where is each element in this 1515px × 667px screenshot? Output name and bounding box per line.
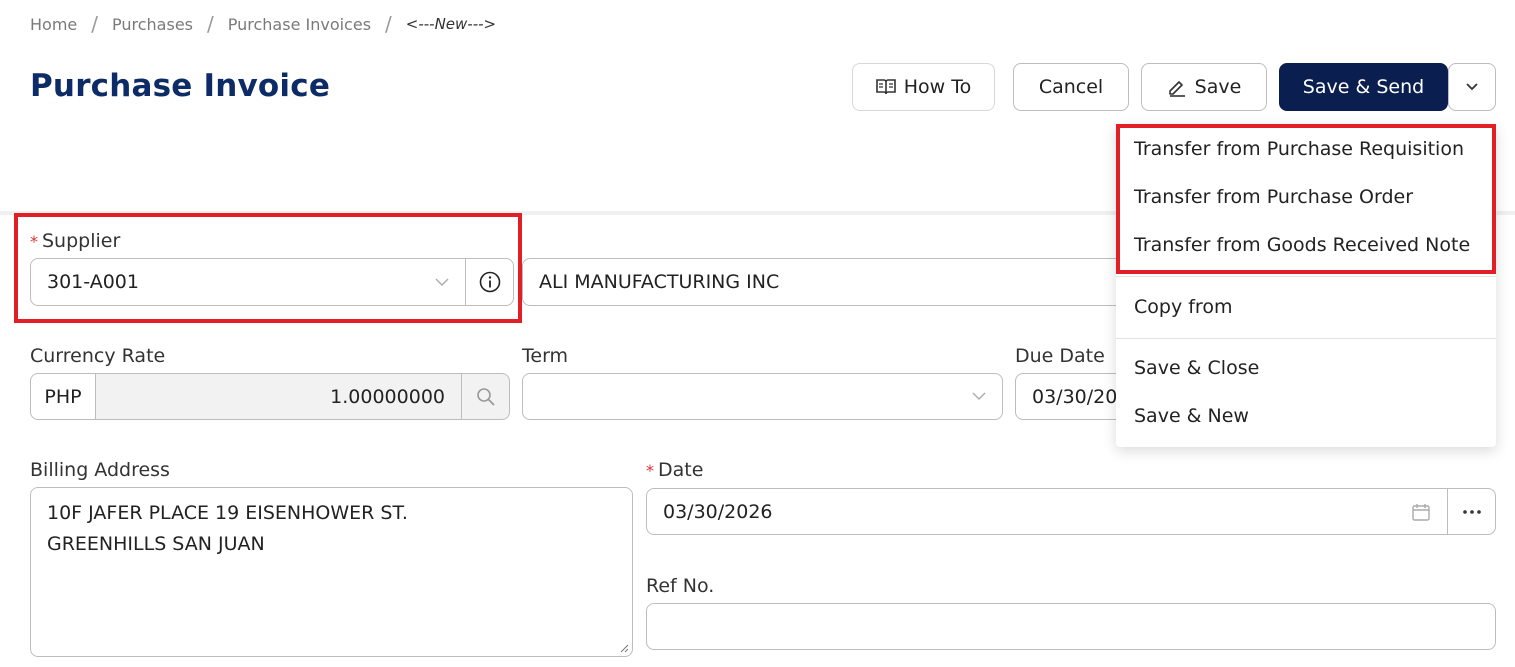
save-label: Save [1194,76,1242,98]
currency-rate-field: 1.00000000 [95,373,462,420]
billing-address-line2: GREENHILLS SAN JUAN [47,533,265,555]
save-button[interactable]: Save [1141,63,1267,111]
page-title: Purchase Invoice [30,68,331,104]
breadcrumb-separator: / [207,12,214,36]
menu-divider [1116,338,1496,339]
how-to-button[interactable]: How To [852,63,995,111]
breadcrumb: Home / Purchases / Purchase Invoices / <… [30,12,496,36]
term-select[interactable] [522,373,1003,420]
ref-no-input[interactable] [646,603,1496,650]
search-icon [476,387,495,406]
resize-handle-icon[interactable] [619,643,629,653]
ellipsis-icon [1462,509,1481,514]
cancel-button[interactable]: Cancel [1013,63,1129,111]
date-options-button[interactable] [1447,488,1496,535]
term-label: Term [522,345,569,367]
chevron-down-icon [1466,83,1478,91]
breadcrumb-current: <---New---> [405,15,497,33]
currency-search-button[interactable] [461,373,510,420]
breadcrumb-purchase-invoices[interactable]: Purchase Invoices [228,15,371,34]
currency-rate-label: Currency Rate [30,345,166,367]
chevron-down-icon [972,392,986,400]
menu-item-save-and-new[interactable]: Save & New [1134,405,1249,427]
highlight-box-transfer-options [1116,124,1496,274]
more-actions-button[interactable] [1448,63,1496,111]
supplier-name-field[interactable]: ALI MANUFACTURING INC [522,258,1152,306]
ref-no-label: Ref No. [646,575,715,597]
menu-item-save-and-close[interactable]: Save & Close [1134,357,1259,379]
date-value: 03/30/2026 [663,500,773,523]
date-field[interactable]: 03/30/2026 [646,488,1448,535]
required-mark: * [646,461,654,480]
billing-address-label: Billing Address [30,459,170,481]
billing-address-line1: 10F JAFER PLACE 19 EISENHOWER ST. [47,502,408,524]
menu-divider [1116,276,1496,277]
supplier-name-value: ALI MANUFACTURING INC [539,271,780,293]
currency-code: PHP [30,373,96,420]
date-label: * Date [646,459,703,481]
book-icon [875,79,896,95]
breadcrumb-purchases[interactable]: Purchases [112,15,193,34]
pencil-icon [1168,81,1185,97]
due-date-label: Due Date [1015,345,1105,367]
how-to-label: How To [903,76,972,98]
date-label-text: Date [658,459,704,481]
menu-item-copy-from[interactable]: Copy from [1134,296,1232,318]
billing-address-textarea[interactable]: 10F JAFER PLACE 19 EISENHOWER ST. GREENH… [30,487,633,657]
breadcrumb-separator: / [91,12,98,36]
highlight-box-supplier [14,213,522,323]
breadcrumb-separator: / [385,12,392,36]
save-and-send-button[interactable]: Save & Send [1279,63,1448,111]
breadcrumb-home[interactable]: Home [30,15,77,34]
calendar-icon[interactable] [1411,502,1431,522]
